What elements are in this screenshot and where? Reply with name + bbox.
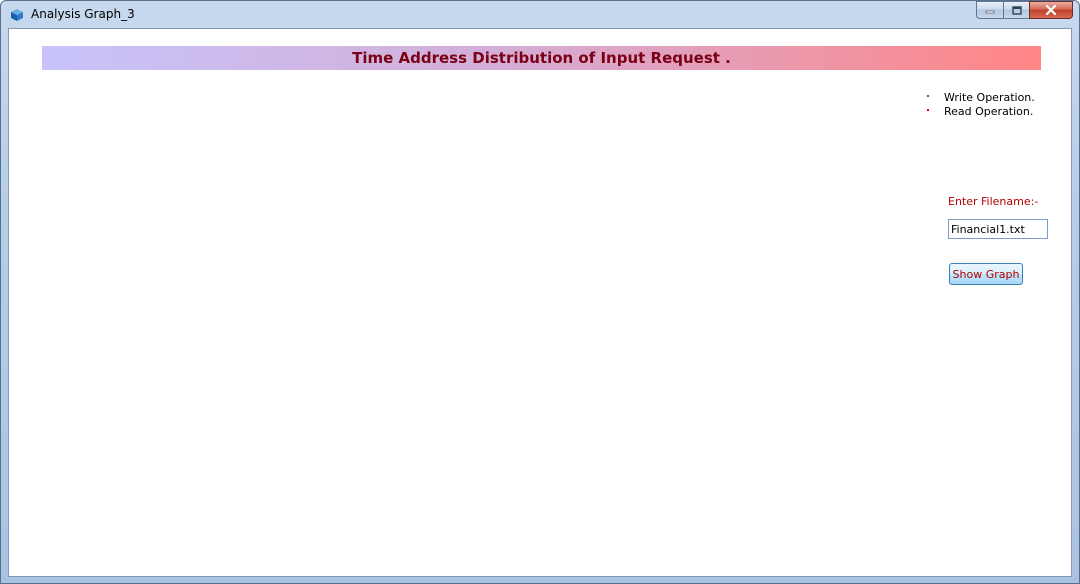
app-window: Analysis Graph_3 Time Address Distributi…	[0, 0, 1080, 584]
read-dot-icon	[927, 109, 929, 111]
legend: Write Operation. Read Operation.	[926, 91, 1046, 119]
legend-label: Read Operation.	[944, 105, 1034, 118]
minimize-button[interactable]	[976, 1, 1003, 19]
filename-label: Enter Filename:-	[948, 195, 1039, 208]
title-bar[interactable]: Analysis Graph_3	[1, 1, 1079, 27]
page-title: Time Address Distribution of Input Reque…	[352, 49, 731, 67]
show-graph-button[interactable]: Show Graph	[949, 263, 1023, 285]
close-icon	[1045, 5, 1057, 15]
legend-item-read: Read Operation.	[926, 105, 1046, 119]
client-area: Time Address Distribution of Input Reque…	[8, 28, 1072, 577]
title-banner: Time Address Distribution of Input Reque…	[42, 46, 1041, 70]
maximize-button[interactable]	[1003, 1, 1029, 19]
filename-input[interactable]	[948, 219, 1048, 239]
app-cube-icon[interactable]	[10, 7, 24, 21]
minimize-icon	[985, 10, 995, 14]
maximize-icon	[1011, 5, 1022, 15]
write-dot-icon	[927, 95, 929, 97]
legend-label: Write Operation.	[944, 91, 1035, 104]
close-button[interactable]	[1029, 1, 1073, 19]
window-title: Analysis Graph_3	[31, 7, 135, 21]
legend-item-write: Write Operation.	[926, 91, 1046, 105]
caption-buttons	[976, 1, 1073, 20]
